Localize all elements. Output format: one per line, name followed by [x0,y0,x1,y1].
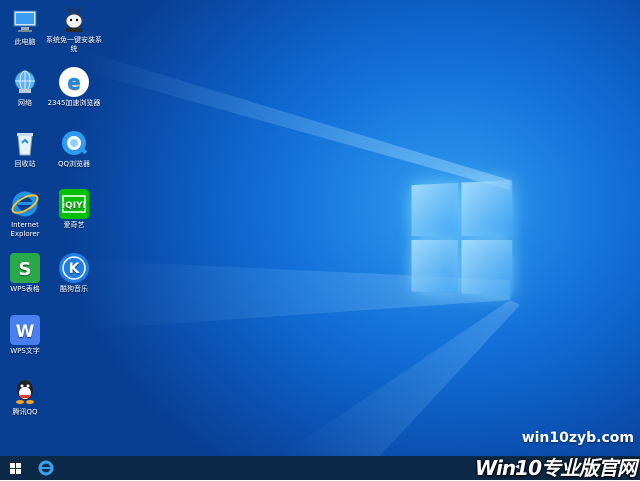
svg-text:W: W [16,322,35,342]
windows-logo [411,180,516,300]
network-icon [10,67,40,97]
desktop-icon-label: 2345加速浏览器 [47,99,101,107]
taskbar-ie-button[interactable] [36,459,56,477]
windows-logo-pane [411,240,459,294]
desktop-icon-label: QQ浏览器 [57,160,91,168]
windows-logo-pane [411,182,459,237]
desktop-icon-2345-browser[interactable]: e 2345加速浏览器 [46,67,102,108]
svg-text:iQIYI: iQIYI [62,201,86,211]
wps-spreadsheet-icon: S [10,253,40,283]
desktop-icon-kugou-music[interactable]: K 酷狗音乐 [46,253,102,294]
svg-text:K: K [69,261,81,277]
qq-icon [10,376,40,406]
light-beams [80,50,520,456]
kugou-music-icon: K [59,253,89,283]
ie-icon [38,460,54,476]
svg-text:S: S [19,259,32,280]
desktop-icon-label: 系统免一键安装系统 [46,36,102,53]
desktop-icon-wps-writer[interactable]: W WPS文字 [0,315,53,356]
desktop-icon-tencent-qq[interactable]: 腾讯QQ [0,376,53,417]
desktop-icon-label: WPS文字 [10,347,40,355]
watermark-brand: Win10专业版官网 [475,456,637,480]
ie-icon [10,189,40,219]
desktop-icon-label: 腾讯QQ [12,408,38,416]
desktop[interactable]: 此电脑 网络 回收站 Internet Explorer S WPS表格 W W… [0,0,640,456]
iqiyi-icon: iQIYI [59,189,89,219]
desktop-icon-one-click-install[interactable]: 系统免一键安装系统 [46,4,102,54]
qq-browser-icon [59,128,89,158]
windows-logo-pane [461,180,513,237]
svg-text:e: e [67,70,81,94]
start-button[interactable] [0,456,32,480]
install-tool-icon [59,4,89,34]
computer-icon [10,6,40,36]
wps-writer-icon: W [10,315,40,345]
desktop-icon-label: 酷狗音乐 [60,285,88,293]
desktop-icon-iqiyi[interactable]: iQIYI 爱奇艺 [46,189,102,230]
browser-2345-icon: e [59,67,89,97]
watermark-site: win10zyb.com [521,430,634,446]
recycle-bin-icon [10,128,40,158]
windows-logo-pane [461,240,513,296]
desktop-icon-label: 爱奇艺 [63,221,85,229]
desktop-icon-qq-browser[interactable]: QQ浏览器 [46,128,102,169]
